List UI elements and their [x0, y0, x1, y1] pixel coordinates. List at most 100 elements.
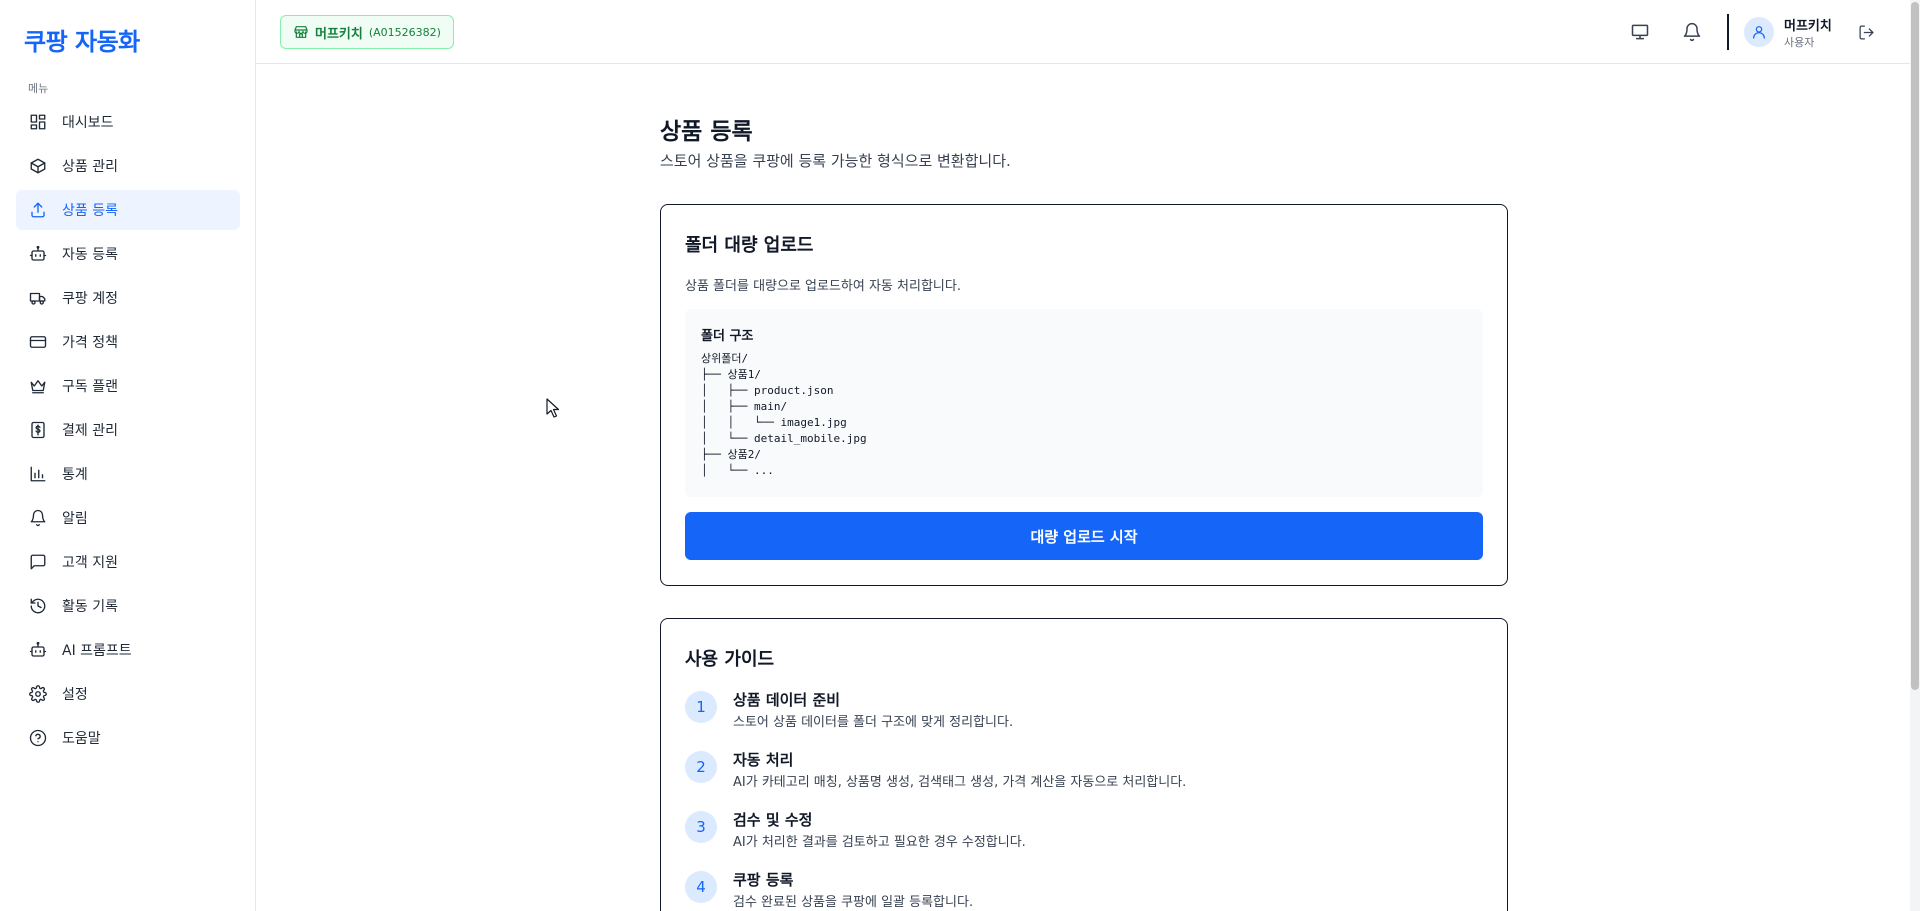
step-number: 3 — [685, 811, 717, 843]
sidebar-item-label: 결제 관리 — [62, 423, 118, 439]
store-icon — [294, 26, 308, 38]
bar-chart-icon — [28, 464, 48, 484]
card-description: 상품 폴더를 대량으로 업로드하여 자동 처리합니다. — [685, 279, 961, 294]
sidebar-item-label: 고객 지원 — [62, 555, 118, 571]
sidebar-item-label: 상품 관리 — [62, 159, 118, 175]
card-title: 폴더 대량 업로드 — [685, 235, 814, 256]
sidebar-item-label: AI 프롬프트 — [62, 643, 132, 659]
folder-structure-title: 폴더 구조 — [701, 329, 754, 344]
sidebar-item-label: 통계 — [62, 467, 88, 483]
step-description: 검수 완료된 상품을 쿠팡에 일괄 등록합니다. — [733, 895, 974, 910]
tree-line: │ ├── product.json — [701, 384, 834, 397]
avatar[interactable] — [1744, 17, 1774, 47]
notifications-button[interactable] — [1680, 20, 1704, 44]
sidebar-item-label: 가격 정책 — [62, 335, 118, 351]
sidebar-item-product-register[interactable]: 상품 등록 — [16, 190, 240, 230]
bot-icon — [28, 640, 48, 660]
top-header: 머프키치 (A01526382) 머프키치 사용자 — [256, 0, 1910, 64]
guide-step: 1 상품 데이터 준비 스토어 상품 데이터를 폴더 구조에 맞게 정리합니다. — [685, 687, 1485, 747]
store-name: 머프키치 — [315, 26, 363, 42]
sidebar-item-help[interactable]: 도움말 — [16, 718, 240, 758]
user-role: 사용자 — [1784, 36, 1815, 49]
folder-structure-box: 폴더 구조 상위폴더/ ├── 상품1/ │ ├── product.json │ ├… — [685, 309, 1483, 497]
sidebar-item-dashboard[interactable]: 대시보드 — [16, 102, 240, 142]
sidebar-item-statistics[interactable]: 통계 — [16, 454, 240, 494]
store-badge[interactable]: 머프키치 (A01526382) — [280, 15, 454, 49]
sidebar-item-subscription[interactable]: 구독 플랜 — [16, 366, 240, 406]
guide-step: 3 검수 및 수정 AI가 처리한 결과를 검토하고 필요한 경우 수정합니다. — [685, 807, 1485, 867]
menu-section-label: 메뉴 — [28, 82, 49, 95]
sidebar-item-label: 알림 — [62, 511, 88, 527]
card-title: 사용 가이드 — [685, 649, 775, 670]
step-description: AI가 카테고리 매칭, 상품명 생성, 검색태그 생성, 가격 계산을 자동으… — [733, 775, 1187, 790]
logout-button[interactable] — [1854, 20, 1878, 44]
sidebar-item-coupang-account[interactable]: 쿠팡 계정 — [16, 278, 240, 318]
monitor-button[interactable] — [1628, 20, 1652, 44]
guide-steps: 1 상품 데이터 준비 스토어 상품 데이터를 폴더 구조에 맞게 정리합니다.… — [685, 687, 1485, 911]
history-icon — [28, 596, 48, 616]
bell-icon — [28, 508, 48, 528]
sidebar-item-ai-prompt[interactable]: AI 프롬프트 — [16, 630, 240, 670]
sidebar-nav: 대시보드 상품 관리 상품 등록 자동 등록 쿠팡 계정 가격 정책 구독 플랜 — [16, 102, 240, 762]
upload-icon — [28, 200, 48, 220]
step-title: 자동 처리 — [733, 751, 794, 769]
step-number: 1 — [685, 691, 717, 723]
sidebar-item-auto-register[interactable]: 자동 등록 — [16, 234, 240, 274]
bell-icon — [1683, 22, 1701, 42]
tree-line: │ └── ... — [701, 464, 774, 477]
bulk-upload-card: 폴더 대량 업로드 상품 폴더를 대량으로 업로드하여 자동 처리합니다. 폴더… — [660, 204, 1508, 586]
start-bulk-upload-button[interactable]: 대량 업로드 시작 — [685, 512, 1483, 560]
truck-icon — [28, 288, 48, 308]
folder-structure-tree: 상위폴더/ ├── 상품1/ │ ├── product.json │ ├── mai… — [701, 351, 867, 479]
step-number: 4 — [685, 871, 717, 903]
step-number: 2 — [685, 751, 717, 783]
credit-card-icon — [28, 332, 48, 352]
sidebar-item-products[interactable]: 상품 관리 — [16, 146, 240, 186]
sidebar-item-label: 활동 기록 — [62, 599, 118, 615]
step-title: 상품 데이터 준비 — [733, 691, 841, 709]
page-scrollbar[interactable] — [1910, 0, 1920, 911]
sidebar-item-label: 쿠팡 계정 — [62, 291, 118, 307]
tree-line: ├── 상품1/ — [701, 368, 761, 381]
sidebar-item-label: 대시보드 — [62, 115, 114, 131]
page-title: 상품 등록 — [660, 119, 753, 145]
scrollbar-thumb[interactable] — [1911, 2, 1919, 690]
guide-step: 2 자동 처리 AI가 카테고리 매칭, 상품명 생성, 검색태그 생성, 가격… — [685, 747, 1485, 807]
sidebar-item-activity-log[interactable]: 활동 기록 — [16, 586, 240, 626]
user-name[interactable]: 머프키치 — [1784, 15, 1832, 34]
tree-line: │ ├── main/ — [701, 400, 788, 413]
header-divider — [1727, 14, 1729, 50]
sidebar-item-settings[interactable]: 설정 — [16, 674, 240, 714]
guide-step: 4 쿠팡 등록 검수 완료된 상품을 쿠팡에 일괄 등록합니다. — [685, 867, 1485, 911]
tree-line: │ └── detail_mobile.jpg — [701, 432, 867, 445]
step-title: 쿠팡 등록 — [733, 871, 794, 889]
usage-guide-card: 사용 가이드 1 상품 데이터 준비 스토어 상품 데이터를 폴더 구조에 맞게… — [660, 618, 1508, 911]
sidebar-item-notifications[interactable]: 알림 — [16, 498, 240, 538]
step-description: 스토어 상품 데이터를 폴더 구조에 맞게 정리합니다. — [733, 715, 1014, 730]
message-square-icon — [28, 552, 48, 572]
sidebar-item-label: 구독 플랜 — [62, 379, 118, 395]
monitor-icon — [1631, 24, 1649, 40]
mouse-cursor-icon — [546, 398, 560, 418]
sidebar-item-label: 도움말 — [62, 731, 101, 747]
crown-icon — [28, 376, 48, 396]
step-title: 검수 및 수정 — [733, 811, 813, 829]
sidebar: 쿠팡 자동화 메뉴 대시보드 상품 관리 상품 등록 자동 등록 쿠팡 계정 가… — [0, 0, 256, 911]
store-code: (A01526382) — [368, 25, 441, 39]
package-icon — [28, 156, 48, 176]
bot-icon — [28, 244, 48, 264]
page-subtitle: 스토어 상품을 쿠팡에 등록 가능한 형식으로 변환합니다. — [660, 152, 1011, 170]
user-icon — [1753, 26, 1765, 39]
sidebar-item-label: 상품 등록 — [62, 203, 118, 219]
tree-line: ├── 상품2/ — [701, 448, 761, 461]
logout-icon — [1858, 24, 1874, 40]
app-logo[interactable]: 쿠팡 자동화 — [24, 22, 140, 57]
step-description: AI가 처리한 결과를 검토하고 필요한 경우 수정합니다. — [733, 835, 1026, 850]
sidebar-item-customer-support[interactable]: 고객 지원 — [16, 542, 240, 582]
dollar-receipt-icon — [28, 420, 48, 440]
sidebar-item-label: 설정 — [62, 687, 88, 703]
dashboard-icon — [28, 112, 48, 132]
sidebar-item-payments[interactable]: 결제 관리 — [16, 410, 240, 450]
help-circle-icon — [28, 728, 48, 748]
sidebar-item-price-policy[interactable]: 가격 정책 — [16, 322, 240, 362]
